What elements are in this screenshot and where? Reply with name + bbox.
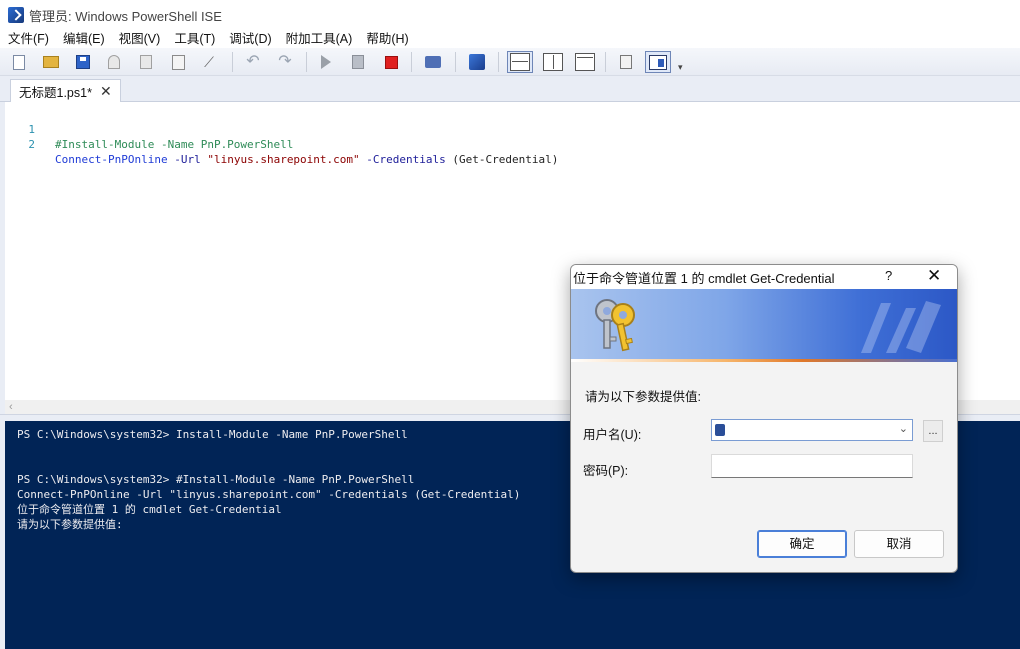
new-file-icon[interactable] <box>9 52 29 72</box>
show-script-top-icon[interactable] <box>507 51 533 73</box>
run-selection-icon[interactable] <box>348 52 368 72</box>
powershell-ise-window: 管理员: Windows PowerShell ISE 文件(F) 编辑(E) … <box>0 0 1020 649</box>
browse-credentials-button[interactable]: ... <box>923 420 943 442</box>
prompt-text: 请为以下参数提供值: <box>585 390 701 404</box>
code-string: "linyus.sharepoint.com" <box>207 153 360 166</box>
dialog-close-button[interactable]: ✕ <box>927 266 941 286</box>
menu-help[interactable]: 帮助(H) <box>358 30 414 48</box>
menu-addons[interactable]: 附加工具(A) <box>278 30 359 48</box>
remote-powershell-icon[interactable] <box>423 52 443 72</box>
user-icon <box>715 424 725 436</box>
save-icon[interactable] <box>73 52 93 72</box>
editor-line: 2 Connect-PnPOnline -Url "linyus.sharepo… <box>5 122 558 166</box>
menu-view[interactable]: 视图(V) <box>111 30 167 48</box>
menu-bar: 文件(F) 编辑(E) 视图(V) 工具(T) 调试(D) 附加工具(A) 帮助… <box>0 30 1020 48</box>
code-text: Connect-PnPOnline -Url "linyus.sharepoin… <box>55 152 558 167</box>
copy-icon[interactable] <box>136 52 156 72</box>
toolbar: ⟋ ↶ ↷ <box>0 48 1020 76</box>
console-line: 位于命令管道位置 1 的 cmdlet Get-Credential <box>17 503 282 516</box>
console-line: Connect-PnPOnline -Url "linyus.sharepoin… <box>17 488 521 501</box>
undo-icon[interactable]: ↶ <box>243 52 263 72</box>
help-button[interactable]: ? <box>885 268 892 283</box>
password-field[interactable] <box>711 454 913 478</box>
show-script-pane-icon[interactable] <box>616 52 636 72</box>
window-title: 管理员: Windows PowerShell ISE <box>29 8 222 24</box>
run-script-icon[interactable] <box>316 52 336 72</box>
dialog-title-bar: 位于命令管道位置 1 的 cmdlet Get-Credential ? ✕ <box>571 265 957 289</box>
console-line: PS C:\Windows\system32> #Install-Module … <box>17 473 415 486</box>
menu-edit[interactable]: 编辑(E) <box>55 30 111 48</box>
menu-file[interactable]: 文件(F) <box>0 30 55 48</box>
menu-debug[interactable]: 调试(D) <box>221 30 277 48</box>
tab-label: 无标题1.ps1* <box>19 85 92 100</box>
cut-icon[interactable] <box>104 52 124 72</box>
code-parameter: -Url <box>167 153 208 166</box>
code-parameter: -Credentials <box>359 153 453 166</box>
stop-icon[interactable] <box>381 52 401 72</box>
cancel-button[interactable]: 取消 <box>854 530 944 558</box>
powershell-console-icon[interactable] <box>467 52 487 72</box>
tab-close-icon[interactable]: ✕ <box>100 83 112 100</box>
chevron-down-icon[interactable]: ⌄ <box>899 422 908 435</box>
show-script-right-icon[interactable] <box>541 52 565 72</box>
editor-line: 1 #Install-Module -Name PnP.PowerShell <box>5 107 293 151</box>
menu-tools[interactable]: 工具(T) <box>166 30 221 48</box>
banner-decoration-icon <box>861 301 941 353</box>
line-number: 2 <box>28 138 35 151</box>
console-line: PS C:\Windows\system32> Install-Module -… <box>17 428 408 441</box>
code-expression: (Get-Credential) <box>452 153 559 166</box>
credential-banner <box>571 289 957 362</box>
powershell-ise-icon <box>8 7 24 23</box>
keys-icon <box>595 299 635 352</box>
script-tab-strip: 无标题1.ps1* ✕ <box>0 76 1020 102</box>
scroll-left-icon[interactable]: ‹ <box>9 400 13 414</box>
open-file-icon[interactable] <box>41 52 61 72</box>
paste-icon[interactable] <box>168 52 188 72</box>
credential-dialog: 位于命令管道位置 1 的 cmdlet Get-Credential ? ✕ 请… <box>570 264 958 573</box>
username-label: 用户名(U): <box>583 428 642 442</box>
code-comment: #Install-Module -Name PnP.PowerShell <box>55 138 294 151</box>
tab-script-untitled[interactable]: 无标题1.ps1* ✕ <box>10 79 121 102</box>
show-script-maximized-icon[interactable] <box>573 52 597 72</box>
password-label: 密码(P): <box>583 464 629 478</box>
dialog-title: 位于命令管道位置 1 的 cmdlet Get-Credential <box>573 270 835 286</box>
show-command-addon-icon[interactable] <box>645 51 671 73</box>
username-combobox[interactable]: ⌄ <box>711 419 913 441</box>
redo-icon[interactable]: ↷ <box>275 52 295 72</box>
console-line: 请为以下参数提供值: <box>17 518 123 531</box>
clear-console-icon[interactable]: ⟋ <box>199 52 219 72</box>
toolbar-overflow-icon[interactable]: ▾ <box>678 62 683 73</box>
code-command: Connect-PnPOnline <box>55 153 168 166</box>
title-bar: 管理员: Windows PowerShell ISE <box>0 0 1020 30</box>
ok-button[interactable]: 确定 <box>757 530 847 558</box>
